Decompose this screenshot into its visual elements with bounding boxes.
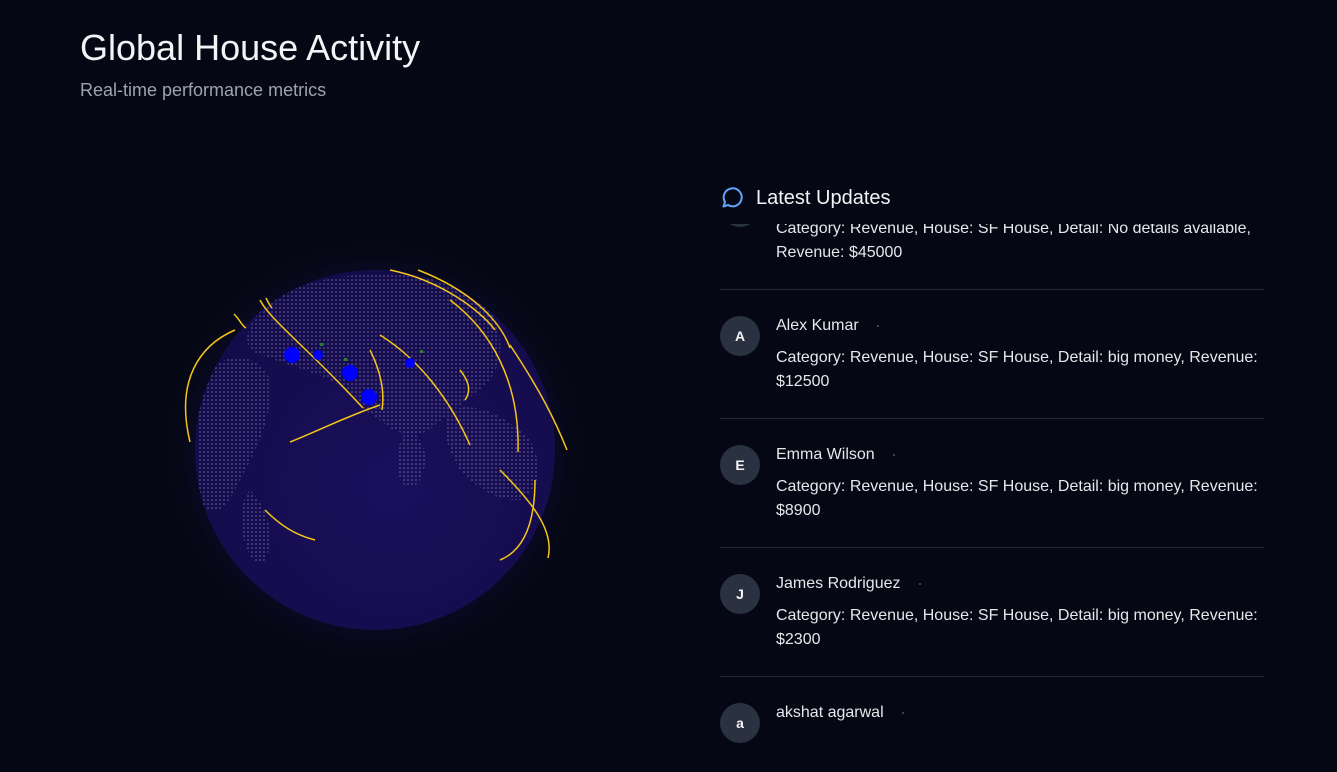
marker bbox=[284, 347, 300, 363]
author-name: Emma Wilson bbox=[776, 446, 875, 463]
list-item[interactable]: a akshat agarwal bbox=[720, 677, 1264, 757]
avatar bbox=[720, 224, 760, 227]
page-subtitle: Real-time performance metrics bbox=[80, 80, 327, 100]
latest-updates-panel: Latest Updates Category: Revenue, House:… bbox=[720, 180, 1264, 772]
separator-dot bbox=[918, 583, 921, 585]
marker bbox=[342, 365, 358, 381]
update-author: Alex Kumar bbox=[776, 316, 879, 336]
globe-visualization[interactable] bbox=[150, 230, 610, 690]
list-item[interactable]: A Alex Kumar Category: Revenue, House: S… bbox=[720, 290, 1264, 419]
author-name: Alex Kumar bbox=[776, 317, 859, 334]
globe-canvas[interactable] bbox=[150, 230, 610, 690]
update-message: Category: Revenue, House: SF House, Deta… bbox=[776, 478, 1258, 519]
page-title: Global House Activity bbox=[80, 27, 421, 68]
avatar: a bbox=[720, 703, 760, 743]
update-message: Category: Revenue, House: SF House, Deta… bbox=[776, 224, 1251, 261]
update-author: James Rodriguez bbox=[776, 574, 921, 594]
marker bbox=[361, 389, 377, 405]
author-name: James Rodriguez bbox=[776, 575, 901, 592]
list-item[interactable]: J James Rodriguez Category: Revenue, Hou… bbox=[720, 548, 1264, 677]
marker bbox=[405, 358, 415, 368]
avatar: J bbox=[720, 574, 760, 614]
list-item[interactable]: Category: Revenue, House: SF House, Deta… bbox=[720, 224, 1264, 290]
author-name: akshat agarwal bbox=[776, 704, 884, 721]
separator-dot bbox=[901, 712, 904, 714]
update-message: Category: Revenue, House: SF House, Deta… bbox=[776, 607, 1258, 648]
message-circle-icon bbox=[722, 187, 743, 208]
update-author: Emma Wilson bbox=[776, 445, 895, 465]
separator-dot bbox=[892, 454, 895, 456]
page-header: Global House Activity Real-time performa… bbox=[80, 27, 420, 101]
updates-header: Latest Updates bbox=[720, 180, 1264, 216]
separator-dot bbox=[876, 325, 879, 327]
updates-list[interactable]: Category: Revenue, House: SF House, Deta… bbox=[720, 224, 1264, 757]
avatar: A bbox=[720, 316, 760, 356]
updates-title: Latest Updates bbox=[756, 186, 891, 209]
update-message: Category: Revenue, House: SF House, Deta… bbox=[776, 349, 1258, 390]
update-author: akshat agarwal bbox=[776, 703, 904, 723]
list-item[interactable]: E Emma Wilson Category: Revenue, House: … bbox=[720, 419, 1264, 548]
avatar: E bbox=[720, 445, 760, 485]
marker bbox=[313, 350, 323, 360]
